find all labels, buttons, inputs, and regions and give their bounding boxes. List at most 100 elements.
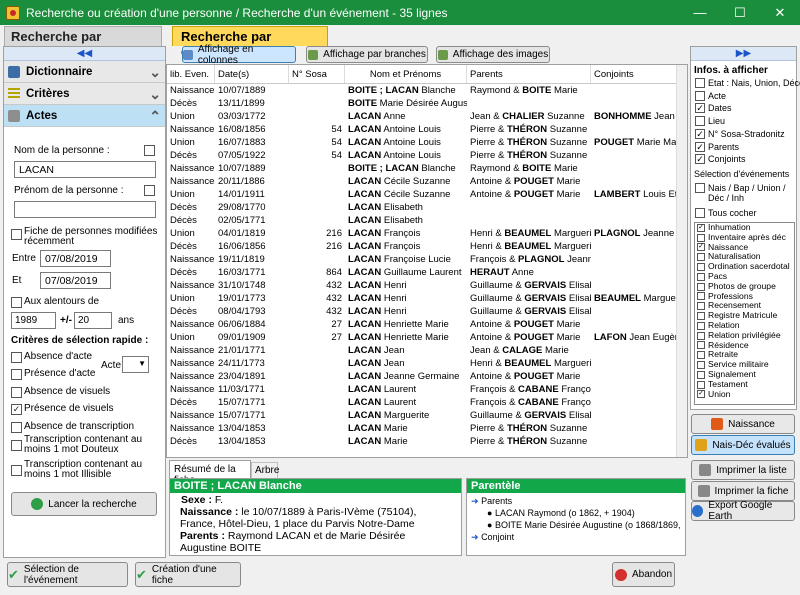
event-type-checkbox[interactable] <box>697 272 705 281</box>
absence-transcription-checkbox[interactable] <box>11 422 22 433</box>
et-date-input[interactable] <box>40 272 111 289</box>
event-type-checkbox[interactable] <box>697 380 705 389</box>
export-google-earth-button[interactable]: Export Google Earth <box>691 500 795 522</box>
col-header-parents[interactable]: Parents <box>467 65 591 83</box>
table-row[interactable]: Naissance 24/11/1773 LACAN Jean Henri & BEA… <box>167 357 687 370</box>
info-option[interactable]: Etat : Nais, Union, Décès <box>695 78 800 88</box>
selection-evenement-button[interactable]: ✔ Sélection de l'événement <box>7 562 128 587</box>
col-header-sosa[interactable]: N° Sosa <box>289 65 345 83</box>
table-row[interactable]: Décès 16/06/1856 216 LACAN François Henri & … <box>167 240 687 253</box>
table-row[interactable]: Naissance 11/03/1771 LACAN Laurent François… <box>167 383 687 396</box>
accordion-criteres[interactable]: Critères ⌄ <box>4 83 165 105</box>
event-type-checkbox[interactable] <box>697 321 705 330</box>
collapse-left-button[interactable]: ◀◀ <box>4 47 165 61</box>
accordion-dictionnaire[interactable]: Dictionnaire ⌄ <box>4 61 165 83</box>
imprimer-liste-button[interactable]: Imprimer la liste <box>691 460 795 480</box>
table-row[interactable]: Naissance 13/04/1853 LACAN Marie Pierre & T… <box>167 422 687 435</box>
info-checkbox[interactable]: ✓ <box>695 154 705 165</box>
table-row[interactable]: Décès 13/11/1899 BOITE Marie Désirée Augus… <box>167 97 687 110</box>
transcription-illisible-checkbox[interactable] <box>11 465 22 476</box>
naissance-button[interactable]: Naissance <box>691 414 795 434</box>
imprimer-fiche-button[interactable]: Imprimer la fiche <box>691 481 795 501</box>
table-scrollbar[interactable] <box>676 65 687 457</box>
event-type-checkbox[interactable]: ✓ <box>697 390 705 399</box>
event-type-checkbox[interactable] <box>697 341 705 350</box>
table-row[interactable]: Naissance 23/04/1891 LACAN Jeanne Germaine… <box>167 370 687 383</box>
event-type-checkbox[interactable]: ✓ <box>697 223 705 232</box>
table-row[interactable]: Naissance 10/07/1889 BOITE ; LACAN Blanche… <box>167 84 687 97</box>
event-type-checkbox[interactable] <box>697 370 705 379</box>
table-row[interactable]: Union 19/01/1773 432 LACAN Henri Guillaume &… <box>167 292 687 305</box>
maximize-button[interactable]: ☐ <box>720 0 760 25</box>
nom-exact-checkbox[interactable] <box>144 145 155 156</box>
table-row[interactable]: Naissance 06/06/1884 27 LACAN Henriette Mar… <box>167 318 687 331</box>
tab-arbre[interactable]: Arbre <box>251 462 279 478</box>
year-stepper[interactable] <box>11 312 56 329</box>
event-type-list[interactable]: ✓ Inhumation Inventaire après déc ✓ Naissanc… <box>694 222 795 405</box>
minimize-button[interactable]: — <box>680 0 720 25</box>
presence-acte-checkbox[interactable] <box>11 369 22 380</box>
tab-resume[interactable]: Résumé de la fiche <box>169 460 251 486</box>
event-type-checkbox[interactable] <box>697 292 705 301</box>
table-row[interactable]: Union 04/01/1819 216 LACAN François Henri & … <box>167 227 687 240</box>
lancer-recherche-button[interactable]: Lancer la recherche <box>11 492 157 516</box>
table-row[interactable]: Naissance 19/11/1819 LACAN Françoise Lucie… <box>167 253 687 266</box>
event-type-checkbox[interactable] <box>697 263 705 272</box>
presence-visuels-checkbox[interactable]: ✓ <box>11 404 22 415</box>
events-table[interactable]: lib. Even. Date(s) N° Sosa Nom et Prénom… <box>166 64 688 458</box>
table-row[interactable]: Union 16/07/1883 54 LACAN Antoine Louis Pier… <box>167 136 687 149</box>
close-button[interactable]: ✕ <box>760 0 800 25</box>
tous-cocher-option[interactable]: Tous cocher <box>695 208 757 218</box>
event-type-checkbox[interactable] <box>697 351 705 360</box>
table-row[interactable]: Naissance 10/07/1889 BOITE ; LACAN Blanche… <box>167 162 687 175</box>
nais-dec-evalues-button[interactable]: Nais-Déc évalués <box>691 435 795 455</box>
col-header-dates[interactable]: Date(s) <box>215 65 289 83</box>
event-type-checkbox[interactable] <box>697 331 705 340</box>
info-option[interactable]: ✓ Dates <box>695 103 732 114</box>
table-row[interactable]: Naissance 20/11/1886 LACAN Cécile Suzanne A… <box>167 175 687 188</box>
table-row[interactable]: Décès 07/05/1922 54 LACAN Antoine Louis Pier… <box>167 149 687 162</box>
nais-bap-checkbox[interactable] <box>695 183 705 193</box>
table-row[interactable]: Décès 02/05/1771 LACAN Elisabeth <box>167 214 687 227</box>
creation-fiche-button[interactable]: ✔ Création d'une fiche <box>135 562 241 587</box>
table-row[interactable]: Décès 29/08/1770 LACAN Elisabeth <box>167 201 687 214</box>
col-header-lib[interactable]: lib. Even. <box>167 65 215 83</box>
table-row[interactable]: Décès 15/07/1771 LACAN Laurent François & C… <box>167 396 687 409</box>
event-type-checkbox[interactable] <box>697 282 705 291</box>
nais-bap-option[interactable]: Nais / Bap / Union / Déc / Inh <box>695 183 797 203</box>
col-header-conjoints[interactable]: Conjoints <box>591 65 677 83</box>
event-type-checkbox[interactable] <box>697 302 705 311</box>
parent-2[interactable]: BOITE Marie Désirée Augustine (o 1868/18… <box>495 520 681 530</box>
absence-acte-checkbox[interactable] <box>11 352 22 363</box>
abandon-button[interactable]: Abandon <box>612 562 675 587</box>
accordion-actes[interactable]: Actes ⌃ <box>4 105 165 127</box>
info-option[interactable]: Lieu <box>695 116 725 127</box>
nom-input[interactable] <box>14 161 156 178</box>
info-checkbox[interactable]: ✓ <box>695 128 705 139</box>
event-type-checkbox[interactable] <box>697 312 705 321</box>
info-checkbox[interactable]: ✓ <box>695 141 705 152</box>
parent-1[interactable]: LACAN Raymond (o 1862, + 1904) <box>495 508 635 518</box>
range-stepper[interactable] <box>74 312 112 329</box>
table-row[interactable]: Naissance 21/01/1771 LACAN Jean Jean & CALA… <box>167 344 687 357</box>
table-row[interactable]: Décès 13/04/1853 LACAN Marie Pierre & THÉRO… <box>167 435 687 448</box>
info-option[interactable]: ✓ N° Sosa-Stradonitz <box>695 128 785 139</box>
table-row[interactable]: Naissance 16/08/1856 54 LACAN Antoine Louis… <box>167 123 687 136</box>
info-checkbox[interactable] <box>695 116 705 127</box>
table-row[interactable]: Union 14/01/1911 LACAN Cécile Suzanne Antoi… <box>167 188 687 201</box>
tab-recherche-personne[interactable]: Recherche par personne <box>4 26 162 59</box>
event-type-checkbox[interactable] <box>697 233 705 242</box>
table-row[interactable]: Union 09/01/1909 27 LACAN Henriette Marie An… <box>167 331 687 344</box>
prenom-exact-checkbox[interactable] <box>144 185 155 196</box>
tous-cocher-checkbox[interactable] <box>695 208 705 218</box>
table-row[interactable]: Union 03/03/1772 LACAN Anne Jean & CHALIER … <box>167 110 687 123</box>
event-type-item[interactable]: ✓ Union <box>695 389 794 400</box>
event-type-checkbox[interactable] <box>697 253 705 262</box>
affichage-images-button[interactable]: Affichage des images <box>436 46 550 63</box>
entre-date-input[interactable] <box>40 250 111 267</box>
info-option[interactable]: Acte <box>695 90 726 101</box>
table-row[interactable]: Naissance 31/10/1748 432 LACAN Henri Guillau… <box>167 279 687 292</box>
info-option[interactable]: ✓ Conjoints <box>695 154 746 165</box>
collapse-right-button[interactable]: ▶▶ <box>691 47 796 61</box>
info-option[interactable]: ✓ Parents <box>695 141 739 152</box>
